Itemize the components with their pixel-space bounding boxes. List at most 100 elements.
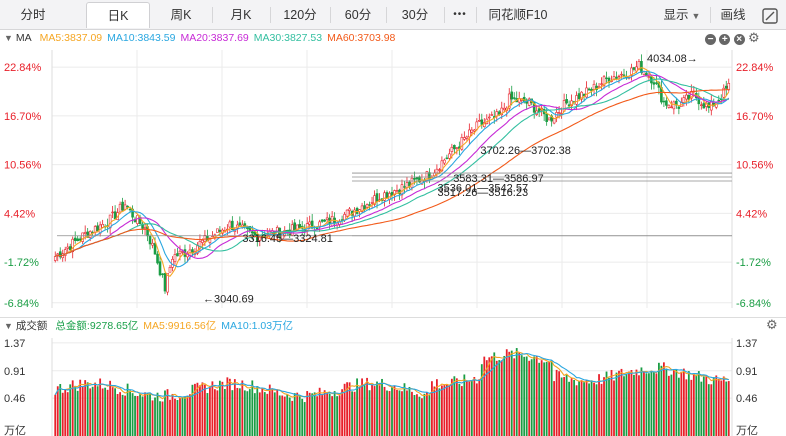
volume-bar [268, 384, 271, 436]
volume-bar [111, 387, 114, 436]
volume-bar [710, 384, 713, 436]
collapse-caret-icon[interactable]: ▼ [4, 33, 13, 43]
candle-body [246, 227, 249, 229]
candle-body [375, 193, 379, 202]
volume-bar [573, 379, 575, 436]
candle-body [600, 83, 603, 85]
gear-icon[interactable]: ⚙ [766, 318, 778, 332]
tab-monthly-k[interactable]: 月K [212, 2, 270, 28]
tab-60min[interactable]: 60分 [330, 2, 386, 28]
volume-bar [328, 393, 331, 436]
volume-bar [159, 401, 161, 436]
price-chart[interactable]: 22.84% 22.84% 16.70% 16.70% 10.56% 10.56% 4.42… [0, 46, 786, 314]
candle-body [577, 93, 581, 100]
volume-bar [273, 392, 276, 436]
candle-body [565, 99, 568, 104]
volume-bar [256, 386, 259, 436]
volume-bar [316, 396, 319, 436]
volume-bar [470, 381, 473, 436]
volume-bar [533, 356, 536, 436]
volume-bar [213, 389, 216, 436]
volume-bar [540, 360, 543, 436]
tab-120min[interactable]: 120分 [270, 2, 330, 28]
volume-bar [416, 394, 418, 436]
candle-body [413, 178, 416, 180]
candle-body [121, 201, 124, 211]
volume-bar [580, 380, 583, 436]
toolbar-divider [444, 7, 445, 23]
candle-body [78, 238, 82, 241]
volume-bar [702, 376, 705, 436]
volume-bar [408, 386, 411, 436]
volume-bar [166, 389, 169, 436]
volume-bar [525, 356, 528, 436]
kline-window: 分时 日K 周K 月K 120分 60分 30分 ••• 同花顺F10 显示 ▼ … [0, 0, 786, 436]
volume-bar [590, 380, 593, 436]
vol-ma5-value: MA5:9916.56亿 [143, 320, 217, 332]
volume-bar [563, 377, 566, 436]
gear-icon[interactable]: ⚙ [748, 30, 760, 45]
volume-bar [473, 377, 476, 436]
volume-bar [655, 373, 658, 436]
more-periods-button[interactable]: ••• [446, 2, 474, 28]
volume-bar [545, 361, 548, 436]
total-amount-value: 总金额:9278.65亿 [55, 320, 139, 332]
volume-indicator-name[interactable]: 成交额 [16, 320, 48, 332]
y-tick-label-right: 10.56% [736, 160, 774, 172]
display-dropdown[interactable]: 显示 ▼ [656, 2, 708, 28]
volume-bar [266, 393, 269, 436]
draw-line-button[interactable]: 画线 [712, 2, 754, 28]
y-tick-label-left: -1.72% [4, 257, 39, 269]
collapse-caret-icon[interactable]: ▼ [4, 321, 13, 331]
candle-body [727, 82, 731, 91]
volume-bar [154, 397, 156, 436]
volume-bar [119, 392, 122, 436]
volume-bar [500, 360, 503, 436]
volume-bar [578, 381, 580, 436]
y-tick-label-left: 0.46 [4, 393, 25, 405]
candle-body [128, 208, 132, 211]
ma10-value: MA10:3843.59 [107, 32, 176, 44]
volume-bar [717, 378, 720, 436]
price-annotation: 3316.45—3324.81 [242, 233, 333, 245]
volume-bar [136, 396, 139, 436]
tab-weekly-k[interactable]: 周K [150, 2, 212, 28]
volume-bar [204, 384, 206, 436]
candle-body [652, 82, 656, 85]
volume-bar [628, 371, 630, 436]
candle-body [395, 190, 399, 192]
volume-bar [331, 396, 334, 436]
volume-bar [638, 375, 640, 436]
volume-bar [727, 381, 730, 436]
volume-bar [253, 393, 256, 436]
tab-30min[interactable]: 30分 [386, 2, 444, 28]
ma-indicator-name[interactable]: MA [16, 32, 32, 44]
candle-body [640, 61, 643, 73]
volume-bar [293, 393, 296, 436]
volume-bar [86, 382, 89, 436]
candle-body [473, 129, 476, 132]
volume-bar [495, 360, 498, 436]
candle-body [448, 153, 451, 159]
volume-bar [458, 383, 461, 436]
candle-body [308, 221, 311, 225]
volume-bar [226, 377, 229, 436]
close-panel-icon[interactable]: × [733, 34, 745, 45]
tab-daily-k[interactable]: 日K [86, 2, 150, 28]
volume-chart[interactable]: 1.37 1.37 0.91 0.91 0.46 0.46 万亿 万亿 [0, 334, 786, 436]
tab-intraday[interactable]: 分时 [2, 2, 64, 28]
volume-bar [209, 386, 211, 436]
zoom-in-icon[interactable]: + [719, 34, 731, 45]
candle-body [445, 157, 449, 159]
volume-bar [64, 389, 67, 436]
volume-bar [303, 402, 306, 436]
draw-tool-icon[interactable] [758, 2, 782, 28]
f10-button[interactable]: 同花顺F10 [478, 2, 558, 28]
volume-bar [707, 384, 710, 436]
volume-bar [593, 382, 595, 436]
candle-body [647, 76, 651, 78]
zoom-out-icon[interactable]: − [705, 34, 716, 45]
volume-bar [109, 380, 112, 436]
volume-bar [69, 384, 72, 436]
price-panel-controls: − + × ⚙ [705, 31, 760, 45]
